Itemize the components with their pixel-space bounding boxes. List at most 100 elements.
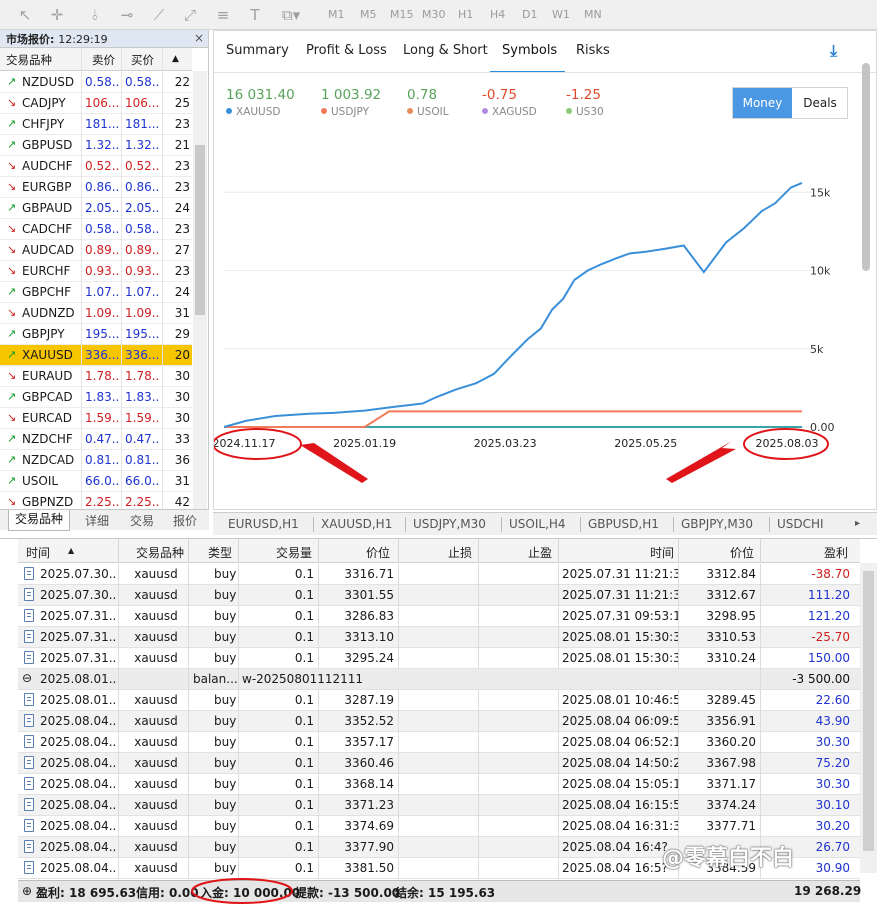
market-watch-row[interactable]: ↗ GBPUSD 1.32... 1.32... 21 xyxy=(0,135,192,156)
market-watch-row[interactable]: ↗ USOIL 66.0... 66.0... 31 xyxy=(0,471,192,492)
legend-item[interactable]: USOIL xyxy=(407,106,449,118)
col-header[interactable]: 止损 xyxy=(448,544,472,561)
market-watch-row[interactable]: ↗ NZDCAD 0.81... 0.81... 36 xyxy=(0,450,192,471)
report-scrollbar[interactable] xyxy=(860,47,872,507)
col-header[interactable]: 价位 xyxy=(730,544,754,561)
timeframe-M1[interactable]: M1 xyxy=(328,8,345,21)
market-watch-scrollbar[interactable] xyxy=(193,71,207,512)
table-row[interactable]: 2025.07.31... xauusd buy 0.1 3286.83 2025.07.… xyxy=(18,606,860,627)
timeframe-D1[interactable]: D1 xyxy=(522,8,537,21)
chart-tab[interactable]: USOIL,H4 xyxy=(509,517,566,531)
tab-trading[interactable]: 交易 xyxy=(130,512,154,529)
tab-profit-loss[interactable]: Profit & Loss xyxy=(306,43,387,58)
money-button[interactable]: Money xyxy=(733,88,792,118)
sort-up-icon[interactable]: ▲ xyxy=(68,546,74,555)
market-watch-row[interactable]: ↘ EURCAD 1.59... 1.59... 30 xyxy=(0,408,192,429)
vertical-line-icon[interactable]: ⫰ xyxy=(86,6,104,24)
table-row[interactable]: 2025.07.30... xauusd buy 0.1 3316.71 2025.07.… xyxy=(18,564,860,585)
table-row[interactable]: 2025.08.04... xauusd buy 0.1 3374.69 2025.08.… xyxy=(18,816,860,837)
legend-item[interactable]: XAUUSD xyxy=(226,106,281,118)
market-watch-row[interactable]: ↘ EURCHF 0.93... 0.93... 23 xyxy=(0,261,192,282)
chart-tab[interactable]: USDCHI xyxy=(777,517,824,531)
market-watch-row[interactable]: ↗ GBPJPY 195.... 195.... 29 xyxy=(0,324,192,345)
crosshair-icon[interactable]: ✛ xyxy=(48,6,66,24)
chart-tab[interactable]: USDJPY,M30 xyxy=(413,517,486,531)
horizontal-line-icon[interactable]: ⊸ xyxy=(118,6,136,24)
legend-item[interactable]: USDJPY xyxy=(321,106,369,118)
table-row[interactable]: 2025.08.04... xauusd buy 0.1 3371.23 2025.08.… xyxy=(18,795,860,816)
table-row[interactable]: 2025.07.30... xauusd buy 0.1 3301.55 2025.07.… xyxy=(18,585,860,606)
col-header[interactable]: 止盈 xyxy=(528,544,552,561)
market-watch-row[interactable]: ↘ EURGBP 0.86... 0.86... 23 xyxy=(0,177,192,198)
market-watch-row[interactable]: ↘ AUDCHF 0.52... 0.52... 23 xyxy=(0,156,192,177)
sort-up-icon[interactable]: ▲ xyxy=(172,54,179,64)
col-symbol[interactable]: 交易品种 xyxy=(6,52,52,68)
tab-ticks[interactable]: 报价 xyxy=(173,512,197,529)
table-row[interactable]: 2025.07.31... xauusd buy 0.1 3313.10 2025.08.… xyxy=(18,627,860,648)
col-header[interactable]: 价位 xyxy=(366,544,390,561)
expand-icon[interactable]: ⊕ xyxy=(22,884,32,898)
market-watch-row[interactable]: ↗ GBPAUD 2.05... 2.05... 24 xyxy=(0,198,192,219)
col-bid[interactable]: 卖价 xyxy=(92,52,115,68)
tabs-next-icon[interactable]: ▸ xyxy=(855,518,860,529)
table-row[interactable]: 2025.08.01... xauusd buy 0.1 3287.19 2025.08.… xyxy=(18,690,860,711)
market-watch-row[interactable]: ↘ CADCHF 0.58... 0.58... 23 xyxy=(0,219,192,240)
market-watch-row[interactable]: ↘ AUDNZD 1.09... 1.09... 31 xyxy=(0,303,192,324)
deals-button[interactable]: Deals xyxy=(792,88,848,118)
legend-item[interactable]: US30 xyxy=(566,106,604,118)
chart-tab[interactable]: EURUSD,H1 xyxy=(228,517,299,531)
timeframe-MN[interactable]: MN xyxy=(584,8,602,21)
chart-tab[interactable]: GBPJPY,M30 xyxy=(681,517,753,531)
trendline-icon[interactable]: ⟋ xyxy=(150,6,168,24)
table-row[interactable]: ⊖ 2025.08.01... balan... w-20250801112111 -3… xyxy=(18,669,860,690)
table-row[interactable]: 2025.08.04... xauusd buy 0.1 3357.17 2025.08.… xyxy=(18,732,860,753)
timeframe-M15[interactable]: M15 xyxy=(390,8,414,21)
col-header[interactable]: 时间 xyxy=(650,544,674,561)
close-icon[interactable]: × xyxy=(194,31,204,45)
table-row[interactable]: 2025.08.04... xauusd buy 0.1 3352.52 2025.08.… xyxy=(18,711,860,732)
col-header[interactable]: 盈利 xyxy=(824,544,848,561)
tab-summary[interactable]: Summary xyxy=(226,43,289,58)
tab-details[interactable]: 详细 xyxy=(85,512,109,529)
col-header[interactable]: 交易量 xyxy=(276,544,312,561)
market-watch-row[interactable]: ↗ NZDCHF 0.47... 0.47... 33 xyxy=(0,429,192,450)
timeframe-M5[interactable]: M5 xyxy=(360,8,377,21)
timeframe-H1[interactable]: H1 xyxy=(458,8,473,21)
bid-price: 2.05... xyxy=(85,201,120,215)
text-icon[interactable]: T xyxy=(246,6,264,24)
timeframe-H4[interactable]: H4 xyxy=(490,8,505,21)
tab-symbols[interactable]: 交易品种 xyxy=(8,510,71,531)
tab-risks[interactable]: Risks xyxy=(576,43,610,58)
col-header[interactable]: 类型 xyxy=(208,544,232,561)
tab-long-short[interactable]: Long & Short xyxy=(403,43,488,58)
arrow-down-icon: ↘ xyxy=(7,411,17,424)
fibonacci-icon[interactable]: ≡ xyxy=(214,6,232,24)
col-header[interactable]: 时间 xyxy=(26,544,50,561)
market-watch-row[interactable]: ↘ CADJPY 106.... 106.... 25 xyxy=(0,93,192,114)
market-watch-row[interactable]: ↗ CHFJPY 181.... 181.... 23 xyxy=(0,114,192,135)
market-watch-row[interactable]: ↘ EURAUD 1.78... 1.78... 30 xyxy=(0,366,192,387)
market-watch-row[interactable]: ↘ AUDCAD 0.89... 0.89... 27 xyxy=(0,240,192,261)
market-watch-row[interactable]: ↗ NZDUSD 0.58... 0.58... 22 xyxy=(0,72,192,93)
col-ask[interactable]: 买价 xyxy=(131,52,154,68)
market-watch-row[interactable]: ↗ XAUUSD 336.... 336.... 20 xyxy=(0,345,192,366)
timeframe-W1[interactable]: W1 xyxy=(552,8,570,21)
table-row[interactable]: 2025.08.04... xauusd buy 0.1 3368.14 2025.08.… xyxy=(18,774,860,795)
trade-scrollbar[interactable] xyxy=(860,563,877,873)
table-row[interactable]: 2025.08.04... xauusd buy 0.1 3360.46 2025.08.… xyxy=(18,753,860,774)
cursor-icon[interactable]: ↖ xyxy=(16,6,34,24)
chart-tab[interactable]: XAUUSD,H1 xyxy=(321,517,392,531)
legend-item[interactable]: XAGUSD xyxy=(482,106,537,118)
timeframe-M30[interactable]: M30 xyxy=(422,8,446,21)
spread: 22 xyxy=(174,75,190,89)
market-watch-row[interactable]: ↗ GBPCHF 1.07... 1.07... 24 xyxy=(0,282,192,303)
download-icon[interactable]: ⤓ xyxy=(830,41,837,61)
tab-symbols-report[interactable]: Symbols xyxy=(502,43,557,58)
col-header[interactable]: 交易品种 xyxy=(136,544,184,561)
channel-icon[interactable]: ⤢ xyxy=(181,6,199,24)
market-watch-row[interactable]: ↗ GBPCAD 1.83... 1.83... 30 xyxy=(0,387,192,408)
collapse-icon[interactable]: ⊖ xyxy=(22,671,32,685)
chart-tab[interactable]: GBPUSD,H1 xyxy=(588,517,659,531)
shapes-icon[interactable]: ⧉▾ xyxy=(278,6,304,24)
table-row[interactable]: 2025.07.31... xauusd buy 0.1 3295.24 2025.08.… xyxy=(18,648,860,669)
